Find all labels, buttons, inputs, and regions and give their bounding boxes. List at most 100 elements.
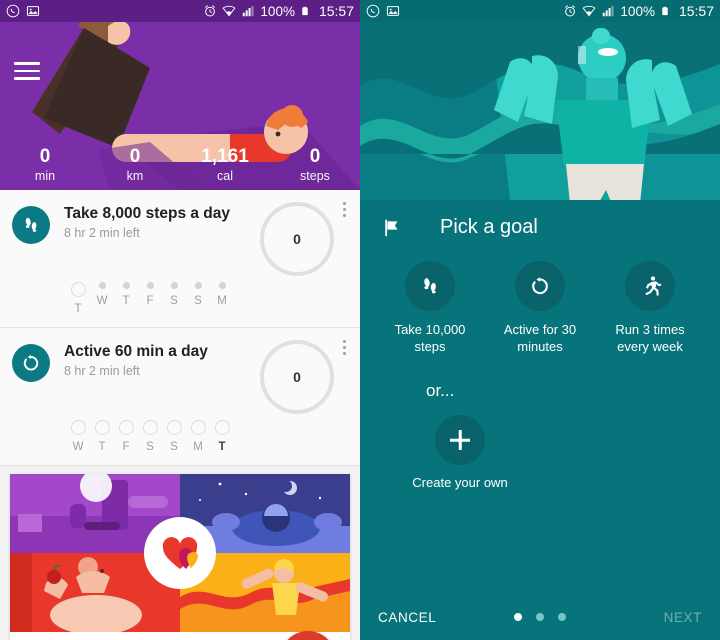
stat-unit: km (126, 169, 144, 183)
wifi-icon (582, 4, 596, 18)
running-icon (625, 261, 675, 311)
stat-value: 1,161 (201, 146, 249, 167)
image-icon (386, 4, 400, 18)
page-dot-3[interactable] (558, 613, 566, 621)
page-dot-1[interactable] (514, 613, 522, 621)
stat-calories: 1,161 cal (180, 146, 270, 184)
pick-goal-hero (360, 22, 720, 200)
timer-icon (12, 344, 50, 382)
weekday-label: M (217, 295, 227, 307)
stat-value: 0 (309, 146, 321, 167)
progress-ring: 0 (260, 202, 334, 276)
battery-icon (660, 4, 674, 18)
page-dot-2[interactable] (536, 613, 544, 621)
weekday-item[interactable]: T (90, 420, 114, 453)
goal-option-label: Take 10,000 steps (394, 322, 466, 354)
clock-time: 15:57 (678, 3, 714, 19)
weekday-item[interactable]: S (138, 420, 162, 453)
weekday-item[interactable]: S (162, 282, 186, 315)
weekday-tracker: W T F S S M T (66, 420, 360, 453)
overflow-menu-icon[interactable] (336, 336, 352, 358)
weekday-label: T (122, 295, 130, 307)
clock-time: 15:57 (318, 3, 354, 19)
wifi-icon (222, 4, 236, 18)
goal-text: Take 8,000 steps a day 8 hr 2 min left (64, 204, 260, 240)
goal-option-run[interactable]: Run 3 times every week (604, 261, 696, 355)
status-bar-notifications (6, 4, 40, 18)
weekday-label: S (170, 295, 178, 307)
cheering-person-illustration (360, 22, 720, 200)
weekday-label: W (96, 295, 108, 307)
left-screen-dashboard: 100% 15:57 0 min 0 km 1,161 cal 0 steps … (0, 0, 360, 640)
goal-option-active-minutes[interactable]: Active for 30 minutes (494, 261, 586, 355)
promo-card[interactable]: Get workout tips, nutrition (10, 474, 350, 640)
flag-icon (382, 217, 404, 239)
battery-percent: 100% (260, 3, 295, 19)
heart-logo-icon (144, 517, 216, 589)
signal-icon (241, 4, 255, 18)
next-button[interactable]: NEXT (664, 610, 702, 625)
wizard-bottom-bar: CANCEL NEXT (360, 594, 720, 640)
footsteps-icon (12, 206, 50, 244)
stat-distance: 0 km (90, 146, 180, 184)
weekday-item[interactable]: T (114, 282, 138, 315)
create-your-own-option[interactable]: Create your own (405, 415, 515, 491)
stat-unit: steps (300, 169, 330, 183)
status-bar: 100% 15:57 (360, 0, 720, 22)
alarm-icon (563, 4, 577, 18)
right-screen-pick-goal: 100% 15:57 Pick a goal Take 10,000 steps… (360, 0, 720, 640)
goal-option-label: Run 3 times every week (615, 322, 685, 354)
goal-card-steps[interactable]: Take 8,000 steps a day 8 hr 2 min left 0… (0, 190, 360, 328)
weekday-label: S (146, 441, 154, 453)
or-separator-label: or... (426, 381, 455, 400)
weekday-label: T (218, 441, 226, 453)
pick-goal-header: Pick a goal (360, 200, 720, 239)
status-bar: 100% 15:57 (0, 0, 360, 22)
weekday-item[interactable]: T (210, 420, 234, 453)
timer-icon (515, 261, 565, 311)
goal-option-steps[interactable]: Take 10,000 steps (384, 261, 476, 355)
goal-subtitle: 8 hr 2 min left (64, 364, 140, 378)
dashboard-hero: 0 min 0 km 1,161 cal 0 steps (0, 22, 360, 190)
weekday-item[interactable]: S (186, 282, 210, 315)
weekday-label: S (194, 295, 202, 307)
stat-value: 0 (39, 146, 51, 167)
create-own-label: Create your own (412, 475, 508, 490)
image-icon (26, 4, 40, 18)
status-bar-system: 100% 15:57 (203, 3, 354, 19)
stat-value: 0 (129, 146, 141, 167)
dual-screenshot: 100% 15:57 0 min 0 km 1,161 cal 0 steps … (0, 0, 720, 640)
cancel-button[interactable]: CANCEL (378, 610, 436, 625)
overflow-menu-icon[interactable] (336, 198, 352, 220)
progress-value: 0 (293, 369, 301, 385)
weekday-item[interactable]: F (114, 420, 138, 453)
goal-title: Active 60 min a day (64, 343, 208, 360)
page-title: Pick a goal (440, 216, 538, 238)
weekday-label: F (122, 441, 130, 453)
progress-ring: 0 (260, 340, 334, 414)
weekday-item[interactable]: W (90, 282, 114, 315)
alarm-icon (203, 4, 217, 18)
goal-options-list: Take 10,000 steps Active for 30 minutes … (360, 239, 720, 355)
battery-percent: 100% (620, 3, 655, 19)
goal-card-active-minutes[interactable]: Active 60 min a day 8 hr 2 min left 0 W … (0, 328, 360, 466)
weekday-label: M (193, 441, 203, 453)
weekday-item[interactable]: W (66, 420, 90, 453)
weekday-label: F (146, 295, 154, 307)
weekday-item[interactable]: F (138, 282, 162, 315)
goal-title: Take 8,000 steps a day (64, 205, 231, 222)
weekday-label: T (74, 303, 82, 315)
stat-unit: min (34, 169, 56, 183)
weekday-label: W (72, 441, 84, 453)
daily-stats-row: 0 min 0 km 1,161 cal 0 steps (0, 146, 360, 184)
weekday-item[interactable]: M (210, 282, 234, 315)
weekday-item[interactable]: M (186, 420, 210, 453)
weekday-item[interactable]: T (66, 282, 90, 315)
stat-steps: 0 steps (270, 146, 360, 184)
weekday-item[interactable]: S (162, 420, 186, 453)
stat-unit: cal (217, 169, 233, 183)
hamburger-menu-icon[interactable] (14, 62, 40, 80)
goal-option-label: Active for 30 minutes (503, 322, 577, 354)
page-indicator-dots (514, 613, 566, 621)
stat-minutes: 0 min (0, 146, 90, 184)
